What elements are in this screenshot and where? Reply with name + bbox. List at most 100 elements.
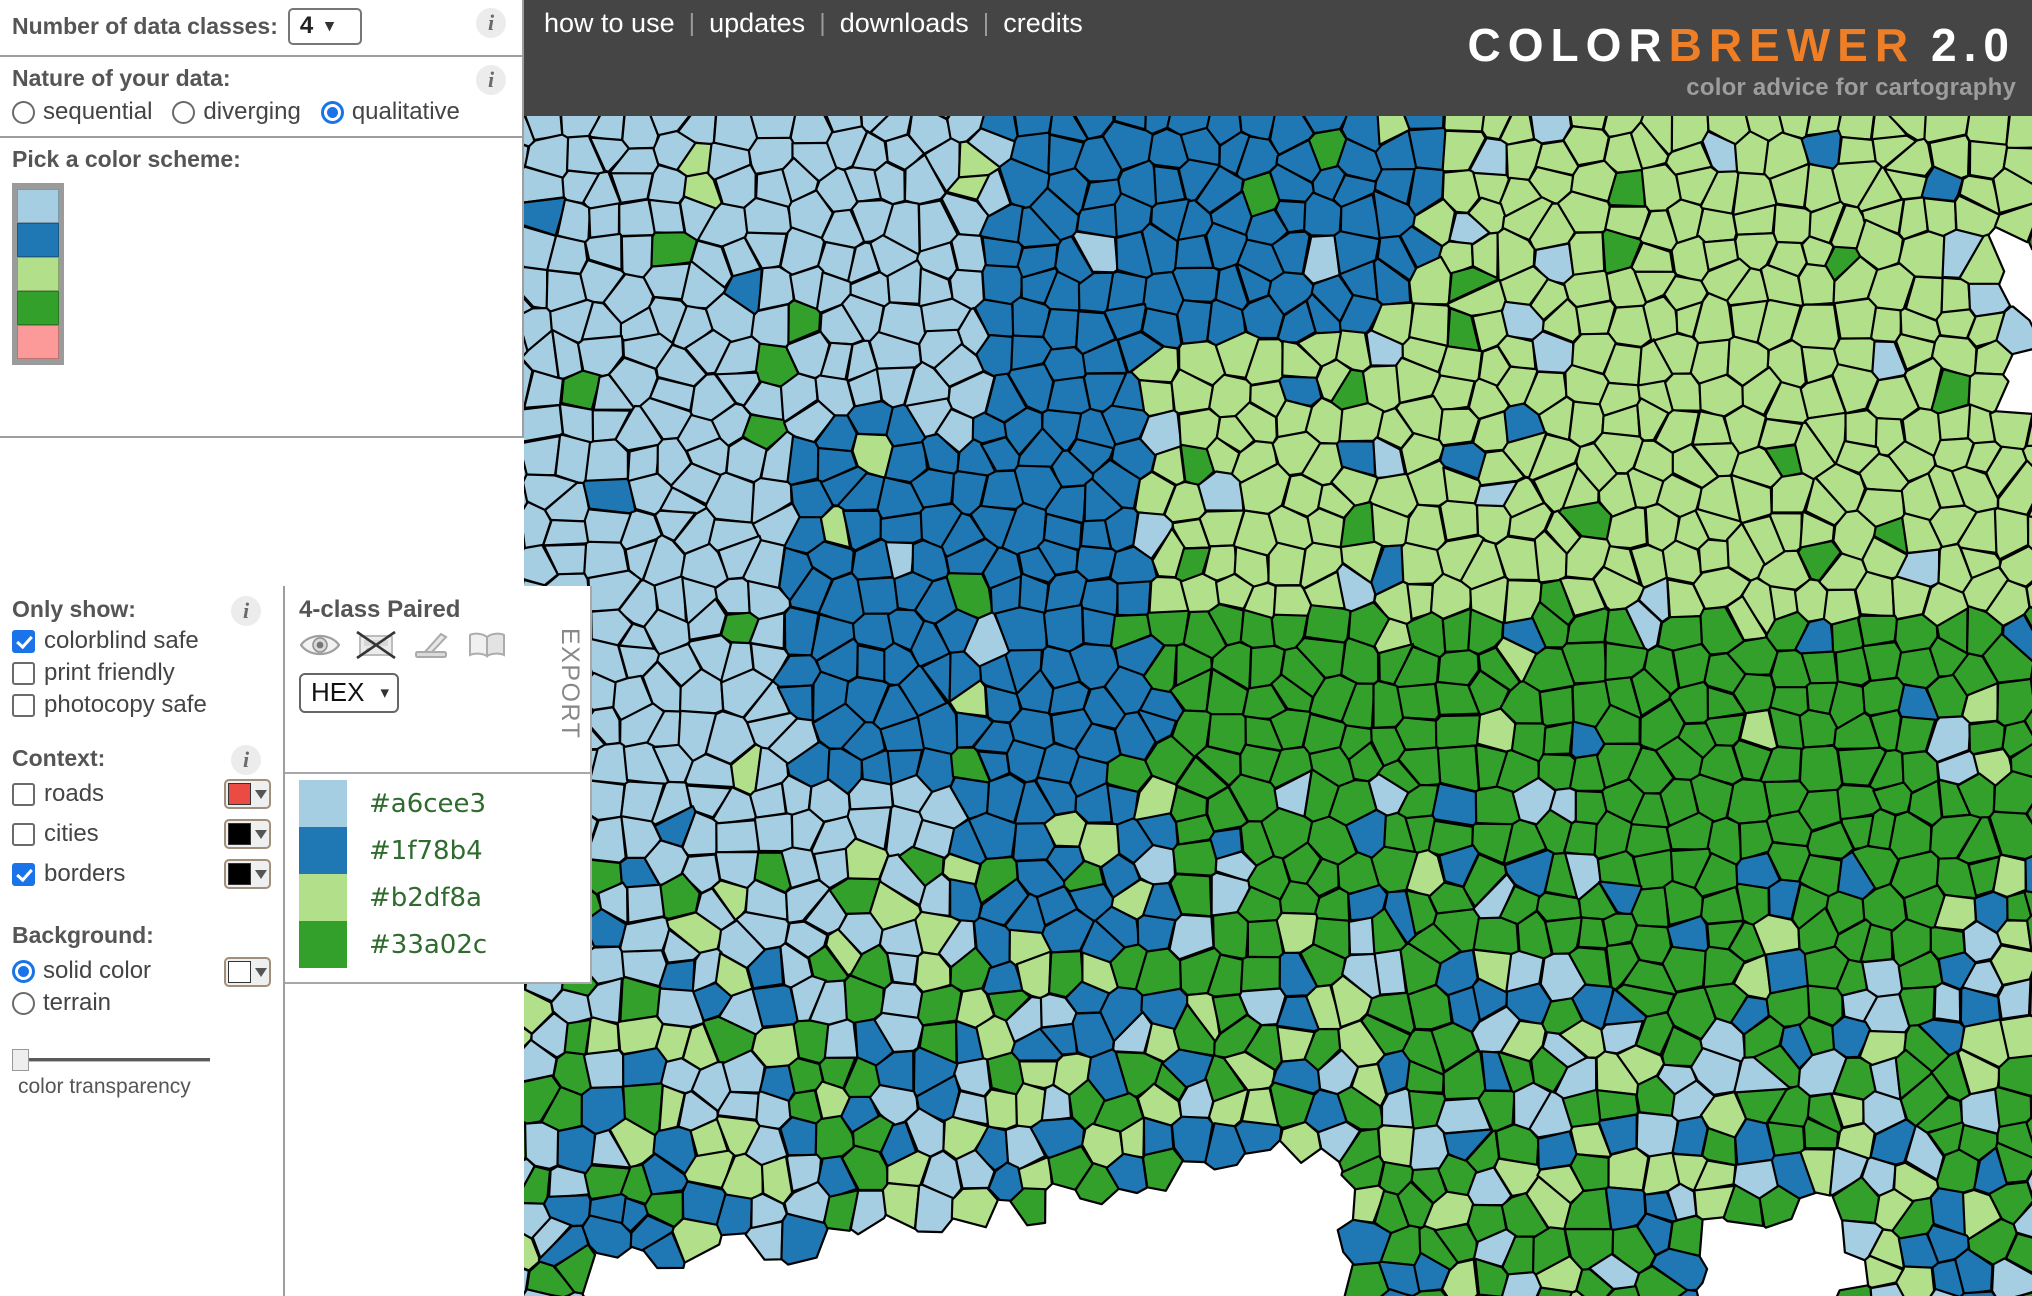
context-row-cities: cities <box>12 816 271 852</box>
scheme-color-row[interactable]: #33a02c <box>299 921 576 968</box>
radio-solid-color[interactable]: solid color <box>12 957 151 985</box>
laptop-icon[interactable] <box>411 631 453 664</box>
scheme-color-swatch-0 <box>299 780 347 827</box>
map-county <box>1434 713 1483 750</box>
map-county <box>1832 297 1878 340</box>
slider-track <box>20 1058 210 1062</box>
map-county <box>1081 606 1117 649</box>
map-county <box>823 1018 859 1061</box>
book-icon[interactable] <box>467 631 507 664</box>
slider-thumb[interactable] <box>12 1049 29 1071</box>
map-county <box>621 1046 669 1088</box>
radio-terrain[interactable]: terrain <box>12 989 151 1017</box>
scheme-color-row[interactable]: #a6cee3 <box>299 780 576 827</box>
checkbox-roads[interactable]: roads <box>12 780 104 808</box>
scheme-color-hex-1: #1f78b4 <box>369 835 483 866</box>
scheme-color-hex-3: #33a02c <box>369 929 488 960</box>
photocopy-crossed-icon[interactable] <box>355 630 397 665</box>
controls-panel-top: Number of data classes: 4 ▾ i Nature of … <box>0 0 524 438</box>
controls-panel-bottom: Only show: i colorblind safe print frien… <box>0 586 285 1296</box>
site-header: how to use | updates | downloads | credits COL… <box>524 0 2032 116</box>
transparency-slider[interactable] <box>12 1049 212 1071</box>
checkbox-label-print-friendly: print friendly <box>44 659 175 686</box>
section-pick-scheme: Pick a color scheme: <box>0 138 522 438</box>
nav-how-to-use[interactable]: how to use <box>544 8 689 39</box>
map-county <box>1997 977 2032 1020</box>
scheme-color-row[interactable]: #b2df8a <box>299 874 576 921</box>
scheme-preview-swatch-4 <box>17 325 59 359</box>
map-county <box>1663 372 1703 412</box>
info-icon-nature[interactable]: i <box>476 65 506 95</box>
scheme-color-row[interactable]: #1f78b4 <box>299 827 576 874</box>
chevron-down-icon-cities <box>255 829 267 839</box>
checkbox-photocopy-safe[interactable]: photocopy safe <box>12 691 271 719</box>
map-county <box>1933 981 1962 1023</box>
nav-updates[interactable]: updates <box>695 8 819 39</box>
map-county <box>1797 262 1836 307</box>
eye-icon[interactable] <box>299 632 341 663</box>
map-county <box>1567 231 1606 277</box>
color-picker-cities[interactable] <box>224 819 271 849</box>
checkbox-label-roads: roads <box>44 780 105 807</box>
color-chip-background <box>228 961 251 983</box>
nav-credits[interactable]: credits <box>989 8 1097 39</box>
radio-qualitative[interactable]: qualitative <box>320 98 460 126</box>
radio-circle-terrain <box>12 991 35 1015</box>
checkbox-box-print-friendly <box>12 661 35 685</box>
scheme-preview-swatch-0 <box>17 189 59 223</box>
map-county <box>1940 276 1972 314</box>
background-radios: solid color terrain <box>12 953 151 1021</box>
map-county <box>1171 838 1218 877</box>
data-classes-select[interactable]: 4 ▾ <box>287 8 362 45</box>
checkbox-borders[interactable]: borders <box>12 860 125 888</box>
map-county <box>885 951 919 986</box>
map-county <box>984 1088 1019 1131</box>
radio-diverging[interactable]: diverging <box>172 98 301 126</box>
map-county <box>1635 1111 1679 1159</box>
map-county <box>1400 541 1445 586</box>
checkbox-label-borders: borders <box>44 860 126 887</box>
map-county <box>1798 744 1844 793</box>
export-format-value: HEX <box>311 677 365 707</box>
export-label[interactable]: EXPORT <box>555 628 584 739</box>
color-chip-roads <box>228 783 251 805</box>
scheme-detail-panel: 4-class Paired HEX ▾ EXPORT <box>285 586 592 774</box>
checkbox-colorblind-safe[interactable]: colorblind safe <box>12 627 271 655</box>
pick-scheme-label: Pick a color scheme: <box>12 146 241 172</box>
scheme-color-hex-2: #b2df8a <box>369 882 482 913</box>
nav-downloads[interactable]: downloads <box>826 8 983 39</box>
map-county <box>753 812 794 853</box>
checkbox-cities[interactable]: cities <box>12 820 99 848</box>
county-choropleth-map[interactable] <box>524 0 2032 1296</box>
radio-circle-diverging <box>172 100 196 124</box>
color-picker-roads[interactable] <box>224 779 271 809</box>
map-area[interactable] <box>524 0 2032 1296</box>
colorbrewer-app: how to use | updates | downloads | credits COL… <box>0 0 2032 1296</box>
map-county <box>1538 685 1575 728</box>
map-county <box>542 518 590 547</box>
map-county <box>856 576 900 617</box>
scheme-property-icons <box>299 630 576 665</box>
radio-circle-qualitative <box>320 100 344 124</box>
radio-label-terrain: terrain <box>43 989 112 1016</box>
checkbox-print-friendly[interactable]: print friendly <box>12 659 271 687</box>
map-county <box>1377 1124 1417 1168</box>
info-icon-only-show[interactable]: i <box>231 596 261 626</box>
map-county <box>715 818 760 854</box>
block-only-show: Only show: i colorblind safe print frien… <box>12 596 271 719</box>
scheme-option-paired[interactable] <box>12 183 64 365</box>
scheme-preview-swatch-3 <box>17 291 59 325</box>
info-icon-data-classes[interactable]: i <box>476 8 506 38</box>
info-icon-context[interactable]: i <box>231 745 261 775</box>
color-picker-background[interactable] <box>224 957 271 987</box>
radio-sequential[interactable]: sequential <box>12 98 152 126</box>
color-picker-borders[interactable] <box>224 859 271 889</box>
map-county <box>856 644 887 683</box>
checkbox-box-cities <box>12 822 35 846</box>
map-county <box>524 435 562 477</box>
map-county <box>916 984 963 1027</box>
export-format-select[interactable]: HEX ▾ <box>299 673 400 713</box>
map-county <box>582 1049 625 1090</box>
top-navigation[interactable]: how to use | updates | downloads | credits <box>544 8 1097 39</box>
nature-radio-group[interactable]: sequential diverging qualitative <box>12 98 510 126</box>
